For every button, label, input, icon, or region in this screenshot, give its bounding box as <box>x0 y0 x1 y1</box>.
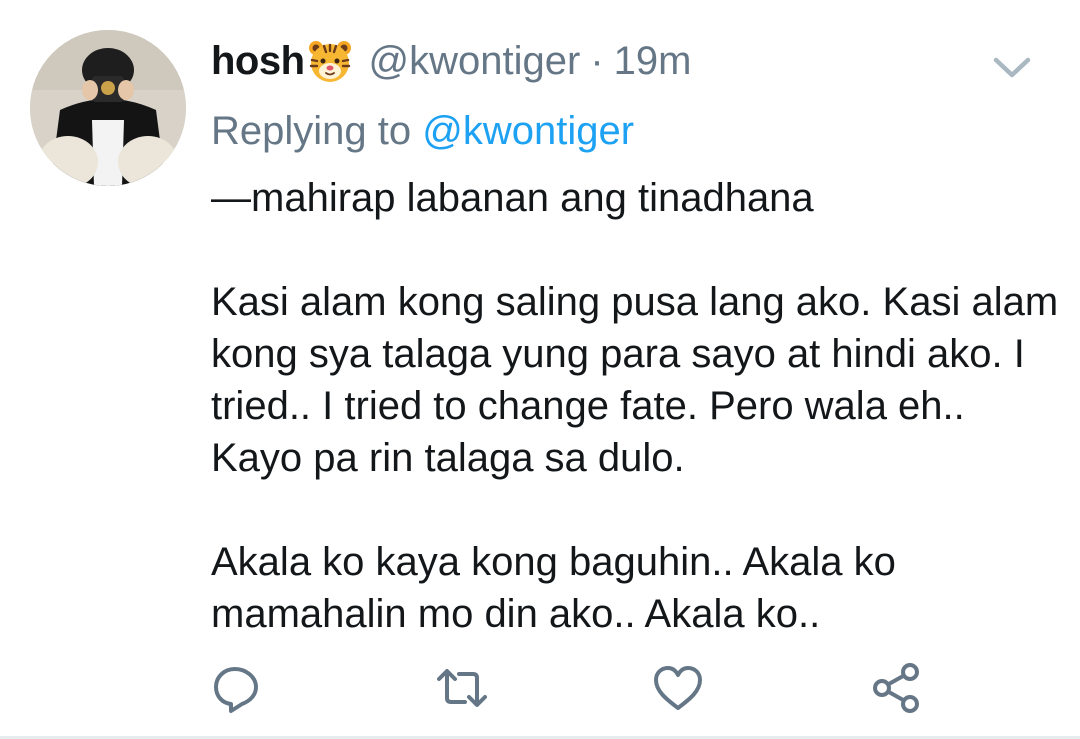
tweet-paragraph: —mahirap labanan ang tinadhana <box>211 176 814 220</box>
replying-to-label: Replying to <box>211 109 412 153</box>
share-button[interactable] <box>868 660 924 716</box>
avatar[interactable] <box>30 30 186 186</box>
heart-icon <box>654 666 702 710</box>
action-bar <box>0 660 1080 716</box>
replying-to-line: Replying to @kwontiger <box>211 106 634 156</box>
chevron-down-icon[interactable] <box>990 50 1034 84</box>
reply-target-link[interactable]: @kwontiger <box>422 109 634 153</box>
tweet-paragraph: Akala ko kaya kong baguhin.. Akala ko ma… <box>211 540 896 636</box>
timestamp[interactable]: 19m <box>614 36 692 86</box>
retweet-icon <box>437 669 487 707</box>
reply-icon <box>214 667 258 713</box>
tweet[interactable]: hosh @kwontiger · 19m Replying to @kwont… <box>0 0 1080 739</box>
retweet-button[interactable] <box>434 660 490 716</box>
tiger-face-emoji-icon <box>307 38 353 84</box>
display-name[interactable]: hosh <box>211 36 305 86</box>
separator-dot: · <box>590 39 604 83</box>
tweet-paragraph: Kasi alam kong saling pusa lang ako. Kas… <box>211 280 1059 480</box>
like-button[interactable] <box>650 660 706 716</box>
tweet-header: hosh @kwontiger · 19m <box>211 36 691 86</box>
user-handle[interactable]: @kwontiger <box>369 36 581 86</box>
share-icon <box>873 663 919 713</box>
reply-button[interactable] <box>209 660 265 716</box>
tweet-text: —mahirap labanan ang tinadhana Kasi alam… <box>211 172 1061 640</box>
